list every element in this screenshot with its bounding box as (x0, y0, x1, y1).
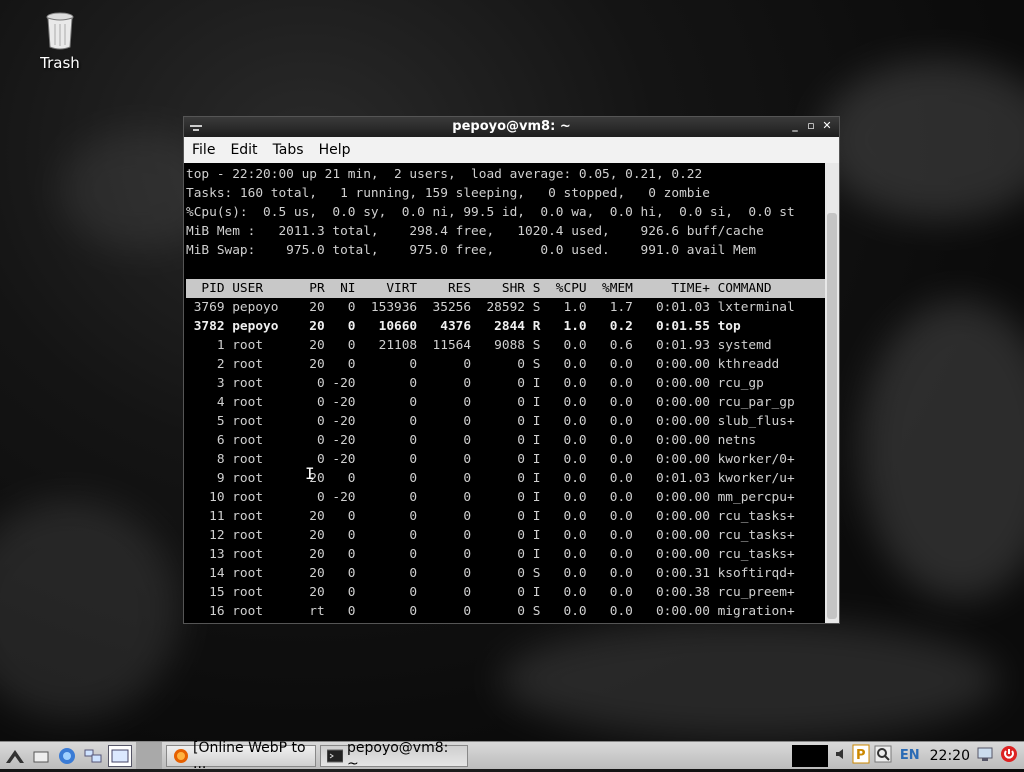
process-row: 9 root 20 0 0 0 0 I 0.0 0.0 0:01.03 kwor… (186, 471, 795, 486)
process-row: 13 root 20 0 0 0 0 I 0.0 0.0 0:00.00 rcu… (186, 547, 795, 562)
process-row: 6 root 0 -20 0 0 0 I 0.0 0.0 0:00.00 net… (186, 433, 795, 448)
trash-icon (46, 12, 74, 50)
svg-text:P: P (856, 748, 866, 763)
process-row: 8 root 0 -20 0 0 0 I 0.0 0.0 0:00.00 kwo… (186, 452, 795, 467)
task-browser-label: [Online WebP to ... (193, 739, 306, 772)
parking-icon[interactable]: P (852, 744, 870, 768)
process-row: 11 root 20 0 0 0 0 I 0.0 0.0 0:00.00 rcu… (186, 509, 795, 524)
summary-line: top - 22:20:00 up 21 min, 2 users, load … (186, 167, 703, 182)
top-output: top - 22:20:00 up 21 min, 2 users, load … (184, 163, 825, 621)
process-row: 2 root 20 0 0 0 0 S 0.0 0.0 0:00.00 kthr… (186, 357, 795, 372)
volume-icon[interactable] (834, 746, 848, 765)
minimize-icon[interactable]: _ (789, 120, 801, 132)
search-icon[interactable] (874, 745, 892, 767)
keyboard-layout-indicator[interactable]: EN (900, 748, 920, 763)
task-browser[interactable]: [Online WebP to ... (166, 740, 316, 772)
firefox-icon (173, 748, 193, 764)
menu-help[interactable]: Help (319, 142, 351, 158)
maximize-icon[interactable]: ▫ (805, 120, 817, 132)
summary-line: MiB Swap: 975.0 total, 975.0 free, 0.0 u… (186, 243, 757, 258)
process-row: 16 root rt 0 0 0 0 S 0.0 0.0 0:00.00 mig… (186, 604, 795, 619)
menu-start-icon[interactable] (4, 746, 26, 766)
summary-line: Tasks: 160 total, 1 running, 159 sleepin… (186, 186, 710, 201)
menubar: File Edit Tabs Help (184, 137, 839, 163)
trash-desktop-icon[interactable]: Trash (30, 12, 90, 72)
scrollbar[interactable] (825, 163, 839, 623)
terminal-window: pepoyo@vm8: ~ _ ▫ ✕ File Edit Tabs Help … (183, 116, 840, 624)
window-title: pepoyo@vm8: ~ (452, 119, 571, 134)
menu-file[interactable]: File (192, 142, 215, 158)
summary-line: %Cpu(s): 0.5 us, 0.0 sy, 0.0 ni, 99.5 id… (186, 205, 795, 220)
system-tray: P EN 22:20 (791, 742, 1024, 769)
clock[interactable]: 22:20 (930, 748, 970, 764)
network-icon[interactable] (976, 745, 994, 767)
terminal-output[interactable]: top - 22:20:00 up 21 min, 2 users, load … (184, 163, 825, 623)
process-row: 14 root 20 0 0 0 0 S 0.0 0.0 0:00.31 kso… (186, 566, 795, 581)
process-row: 4 root 0 -20 0 0 0 I 0.0 0.0 0:00.00 rcu… (186, 395, 795, 410)
process-row: 3782 pepoyo 20 0 10660 4376 2844 R 1.0 0… (186, 319, 795, 334)
scrollbar-thumb[interactable] (827, 213, 837, 619)
browser-launcher-icon[interactable] (56, 746, 78, 766)
process-table-header: PID USER PR NI VIRT RES SHR S %CPU %MEM … (186, 279, 825, 298)
close-icon[interactable]: ✕ (821, 120, 833, 132)
task-terminal[interactable]: pepoyo@vm8: ~ (320, 740, 468, 772)
text-cursor-icon: I (305, 464, 315, 483)
workspace-icon[interactable] (82, 746, 104, 766)
process-row: 1 root 20 0 21108 11564 9088 S 0.0 0.6 0… (186, 338, 795, 353)
menu-tabs[interactable]: Tabs (273, 142, 304, 158)
process-row: 15 root 20 0 0 0 0 I 0.0 0.0 0:00.38 rcu… (186, 585, 795, 600)
menu-edit[interactable]: Edit (230, 142, 257, 158)
power-icon[interactable] (1000, 745, 1018, 767)
task-terminal-label: pepoyo@vm8: ~ (347, 739, 449, 772)
show-desktop-icon[interactable] (30, 746, 52, 766)
tray-black-widget[interactable] (791, 744, 828, 767)
process-row: 3769 pepoyo 20 0 153936 35256 28592 S 1.… (186, 300, 795, 315)
process-row: 5 root 0 -20 0 0 0 I 0.0 0.0 0:00.00 slu… (186, 414, 795, 429)
process-row: 10 root 0 -20 0 0 0 I 0.0 0.0 0:00.00 mm… (186, 490, 795, 505)
pager-empty[interactable] (136, 742, 162, 769)
window-titlebar[interactable]: pepoyo@vm8: ~ _ ▫ ✕ (184, 117, 839, 137)
summary-line: MiB Mem : 2011.3 total, 298.4 free, 1020… (186, 224, 764, 239)
process-row: 12 root 20 0 0 0 0 I 0.0 0.0 0:00.00 rcu… (186, 528, 795, 543)
process-row: 3 root 0 -20 0 0 0 I 0.0 0.0 0:00.00 rcu… (186, 376, 795, 391)
terminal-icon (326, 748, 347, 764)
desktop-pager-icon[interactable] (108, 744, 132, 767)
trash-label: Trash (40, 54, 80, 72)
taskbar: [Online WebP to ... pepoyo@vm8: ~ P EN 2… (0, 740, 1024, 772)
